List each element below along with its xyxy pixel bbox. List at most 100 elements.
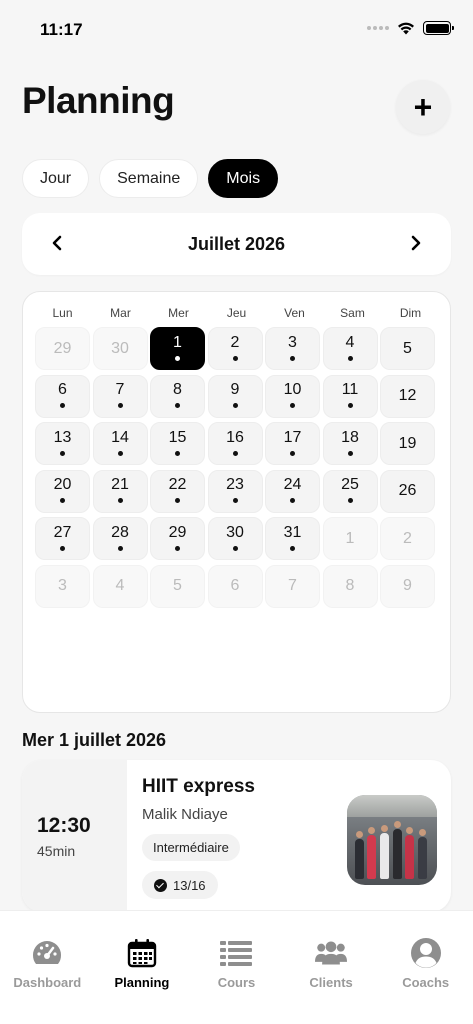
calendar-day[interactable]: 5 xyxy=(150,564,205,608)
day-number: 8 xyxy=(173,381,182,398)
day-number: 27 xyxy=(53,523,72,541)
day-number: 1 xyxy=(173,333,182,351)
event-dot xyxy=(60,498,65,503)
calendar-day[interactable]: 20 xyxy=(35,469,90,513)
list-icon xyxy=(220,937,253,969)
day-number: 8 xyxy=(345,577,355,594)
day-number: 26 xyxy=(398,482,417,499)
calendar-day[interactable]: 21 xyxy=(92,469,148,513)
month-label: Juillet 2026 xyxy=(187,233,286,254)
user-circle-icon xyxy=(410,937,442,969)
calendar-day[interactable]: 11 xyxy=(322,374,378,418)
day-number: 24 xyxy=(283,476,302,493)
day-number: 6 xyxy=(58,381,67,398)
event-dot xyxy=(347,355,353,361)
calendar-day[interactable]: 30 xyxy=(207,517,263,560)
month-calendar: Lun Mar Mer Jeu Ven Sam Dim 29 30 1 2 3 4 5 6 7 8… xyxy=(22,291,451,713)
event-dot xyxy=(175,403,180,408)
day-number: 7 xyxy=(115,381,125,398)
day-number: 18 xyxy=(341,428,359,446)
status-time: 11:17 xyxy=(40,20,83,39)
calendar-day[interactable]: 8 xyxy=(322,564,378,608)
tab-cours[interactable]: Cours xyxy=(191,937,281,1024)
calendar-day[interactable]: 7 xyxy=(265,564,320,608)
event-dot xyxy=(290,498,295,503)
class-card[interactable]: 12:30 45min HIIT express Malik Ndiaye In… xyxy=(22,760,451,912)
chevron-right-icon[interactable] xyxy=(407,231,425,257)
weekday-label: Mer xyxy=(168,306,189,320)
calendar-day[interactable]: 18 xyxy=(322,422,378,465)
day-number: 1 xyxy=(345,529,355,547)
calendar-day[interactable]: 31 xyxy=(265,517,320,560)
calendar-day[interactable]: 27 xyxy=(35,517,90,560)
view-tabs: Jour Semaine Mois xyxy=(22,159,279,198)
page-title: Planning xyxy=(22,80,175,121)
calendar-day[interactable]: 16 xyxy=(207,422,263,465)
tab-semaine[interactable]: Semaine xyxy=(99,159,199,198)
class-start-time: 12:30 xyxy=(37,813,91,837)
tab-clients[interactable]: Clients xyxy=(286,937,376,1024)
event-dot xyxy=(290,450,295,456)
calendar-day[interactable]: 23 xyxy=(207,469,263,513)
event-dot xyxy=(232,498,238,503)
calendar-day-selected[interactable]: 1 xyxy=(150,327,205,370)
day-number: 5 xyxy=(403,339,412,357)
calendar-day[interactable]: 4 xyxy=(322,327,378,370)
tab-dashboard[interactable]: Dashboard xyxy=(2,937,92,1024)
add-button[interactable]: + xyxy=(396,80,450,134)
check-circle-icon xyxy=(154,878,167,892)
day-number: 2 xyxy=(403,529,412,547)
calendar-day[interactable]: 25 xyxy=(322,469,378,513)
event-dot xyxy=(175,545,180,551)
calendar-day[interactable]: 2 xyxy=(207,327,263,370)
calendar-day[interactable]: 6 xyxy=(207,564,263,608)
day-number: 15 xyxy=(168,428,187,446)
calendar-day[interactable]: 24 xyxy=(265,469,320,513)
calendar-day[interactable]: 4 xyxy=(92,564,148,608)
day-number: 9 xyxy=(403,577,412,594)
day-number: 3 xyxy=(58,577,67,594)
calendar-day[interactable]: 29 xyxy=(35,327,90,370)
tab-planning[interactable]: Planning xyxy=(97,937,187,1024)
calendar-day[interactable]: 26 xyxy=(380,469,435,513)
calendar-day[interactable]: 7 xyxy=(92,374,148,418)
calendar-day[interactable]: 10 xyxy=(265,374,320,418)
calendar-day[interactable]: 2 xyxy=(380,517,435,560)
day-number: 21 xyxy=(111,476,129,493)
plus-icon: + xyxy=(413,88,433,125)
calendar-day[interactable]: 3 xyxy=(35,564,90,608)
calendar-day[interactable]: 19 xyxy=(380,422,435,465)
calendar-day[interactable]: 1 xyxy=(322,517,378,560)
calendar-day[interactable]: 6 xyxy=(35,374,90,418)
weekday-label: Mar xyxy=(110,306,131,320)
calendar-day[interactable]: 8 xyxy=(150,374,205,418)
day-number: 14 xyxy=(111,428,129,446)
event-dot xyxy=(60,450,65,456)
calendar-day[interactable]: 9 xyxy=(380,564,435,608)
calendar-day[interactable]: 14 xyxy=(92,422,148,465)
calendar-day[interactable]: 30 xyxy=(92,327,148,370)
users-icon xyxy=(315,937,348,969)
status-bar: 11:17 xyxy=(0,0,473,60)
tab-mois[interactable]: Mois xyxy=(208,159,279,198)
event-dot xyxy=(347,498,353,503)
calendar-day[interactable]: 15 xyxy=(150,422,205,465)
tab-jour[interactable]: Jour xyxy=(22,159,90,198)
calendar-day[interactable]: 5 xyxy=(380,327,435,370)
calendar-day[interactable]: 3 xyxy=(265,327,320,370)
calendar-day[interactable]: 17 xyxy=(265,422,320,465)
calendar-day[interactable]: 13 xyxy=(35,422,90,465)
calendar-day[interactable]: 28 xyxy=(92,517,148,560)
dashboard-gauge-icon xyxy=(31,937,63,969)
day-number: 30 xyxy=(226,523,244,541)
day-number: 16 xyxy=(226,428,244,446)
capacity-count: 13/16 xyxy=(173,877,206,893)
calendar-day[interactable]: 29 xyxy=(150,517,205,560)
calendar-day[interactable]: 22 xyxy=(150,469,205,513)
weekday-label: Lun xyxy=(52,306,73,320)
calendar-day[interactable]: 12 xyxy=(380,374,435,418)
status-icons xyxy=(367,21,454,35)
chevron-left-icon[interactable] xyxy=(48,231,66,257)
calendar-day[interactable]: 9 xyxy=(207,374,263,418)
tab-coachs[interactable]: Coachs xyxy=(381,937,471,1024)
